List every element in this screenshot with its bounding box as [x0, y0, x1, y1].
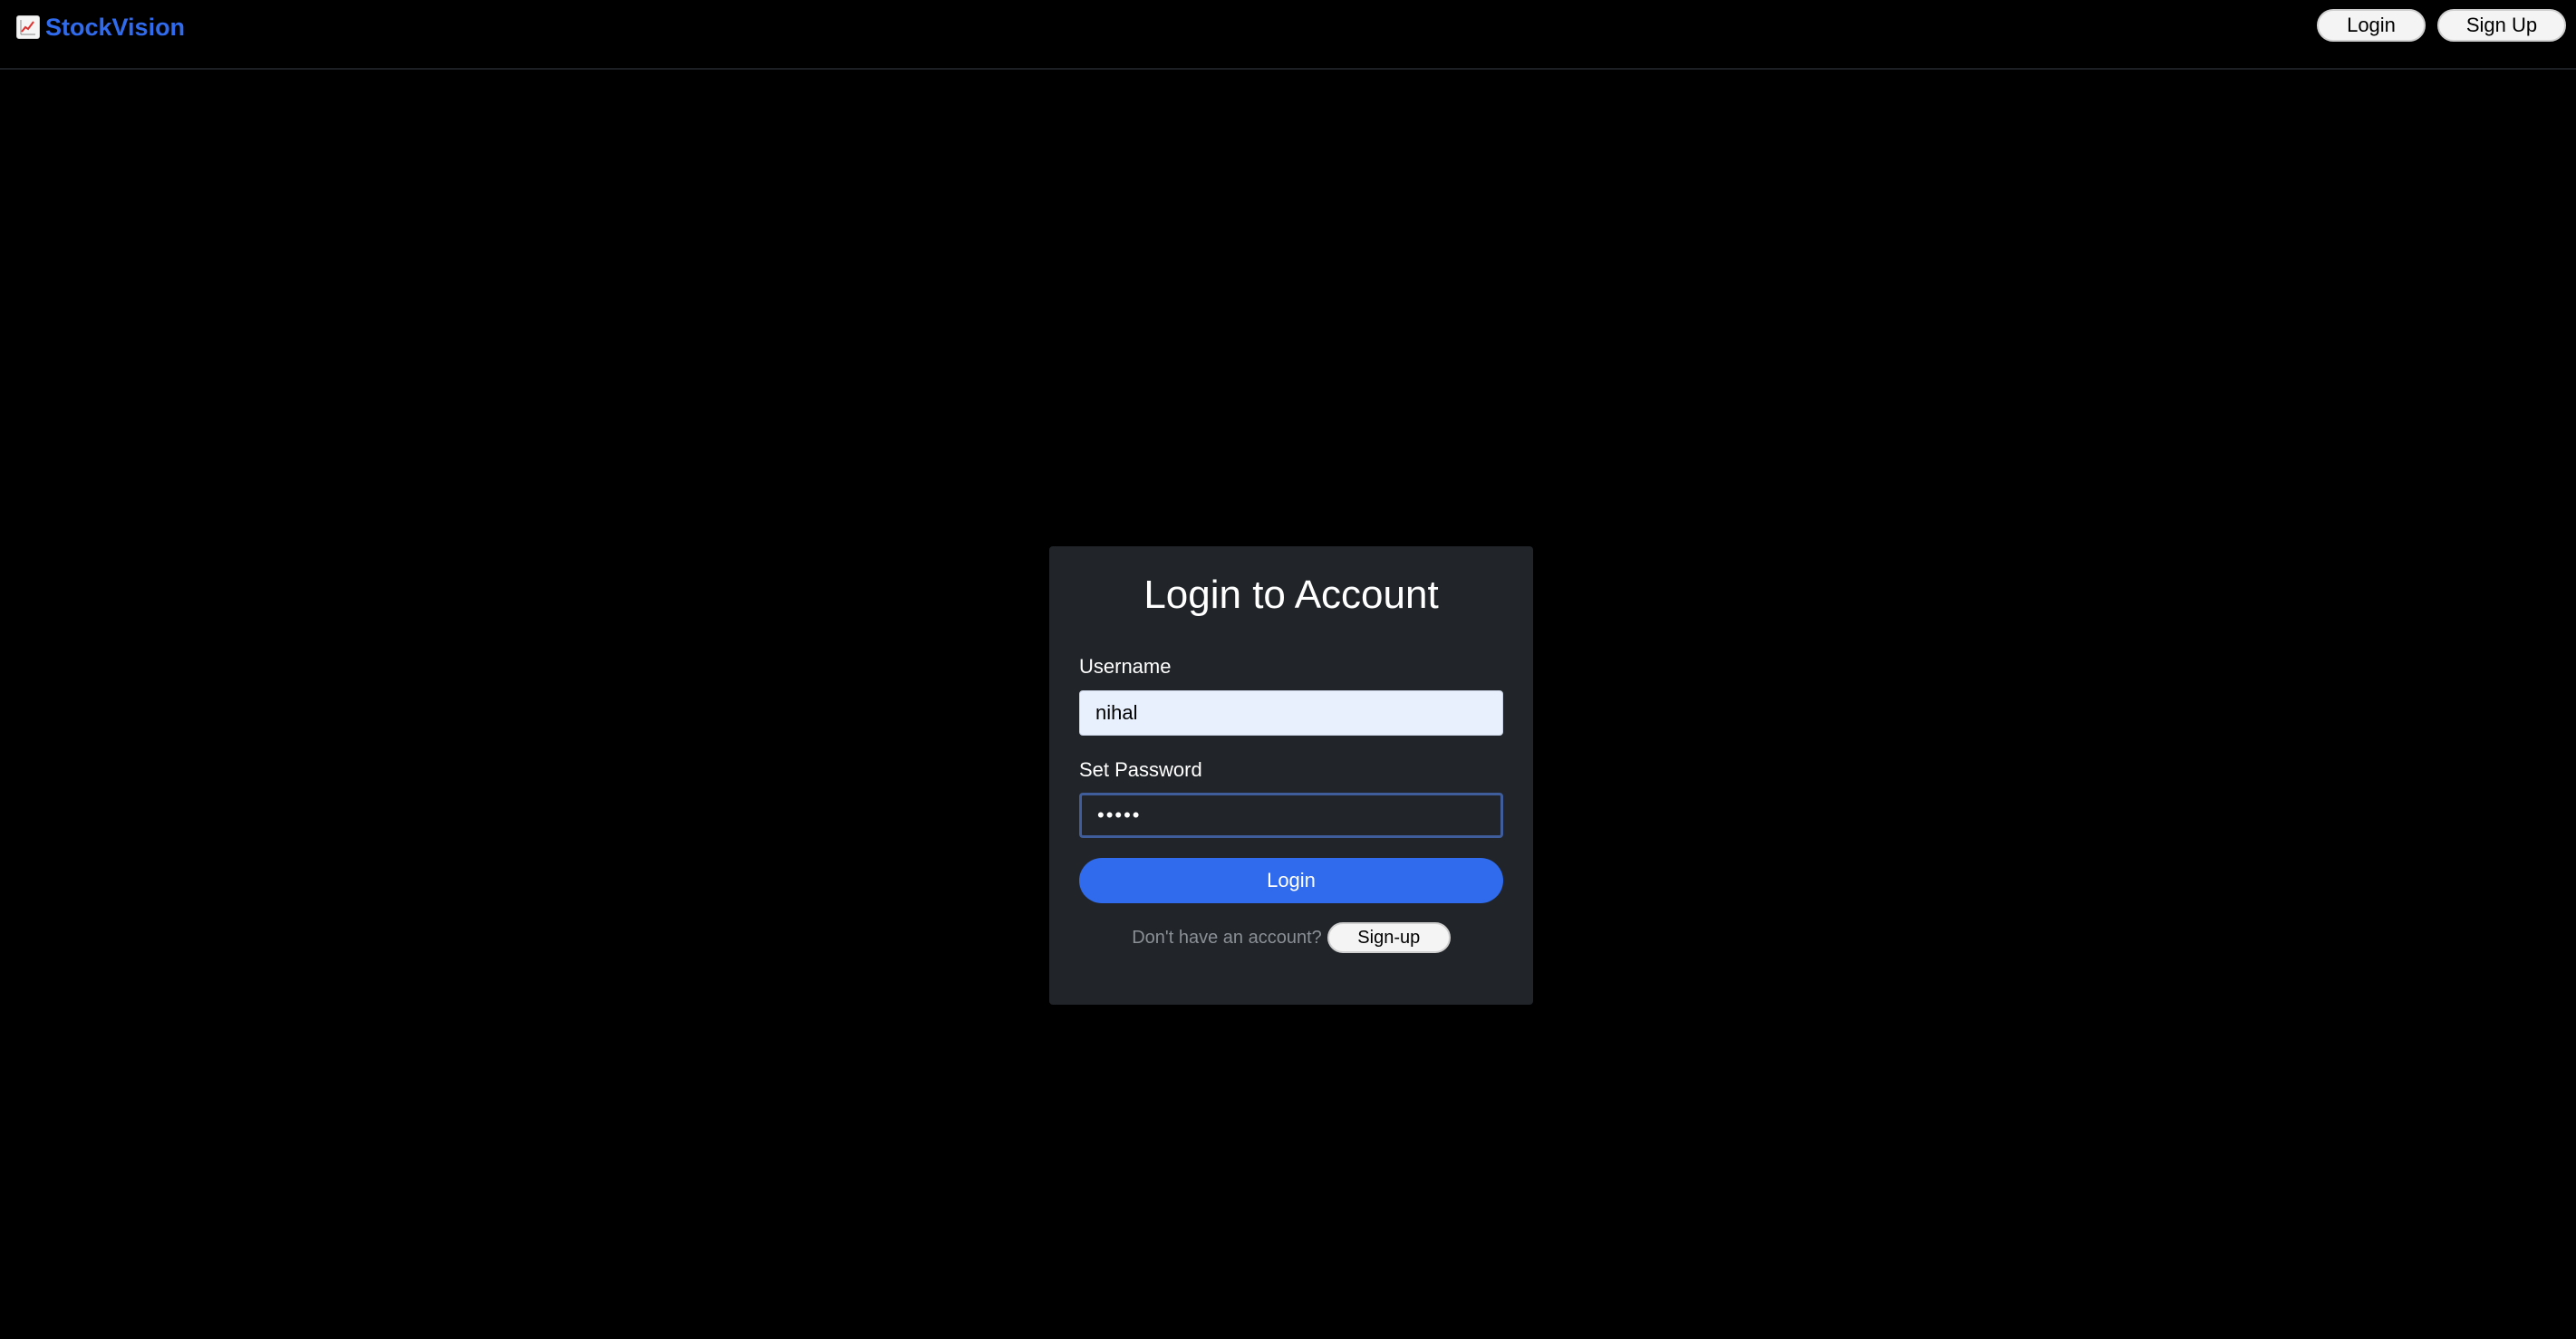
login-card: Login to Account Username Set Password L… [1049, 546, 1533, 1005]
top-navbar: StockVision Login Sign Up [0, 0, 2576, 70]
no-account-text: Don't have an account? [1132, 927, 1322, 948]
signup-prompt: Don't have an account? Sign-up [1049, 922, 1533, 953]
nav-login-button[interactable]: Login [2317, 9, 2426, 42]
password-input[interactable] [1079, 793, 1503, 838]
login-title: Login to Account [1143, 573, 1439, 617]
password-label: Set Password [1079, 758, 1202, 781]
username-label: Username [1079, 655, 1172, 678]
chart-increasing-icon [16, 15, 40, 39]
username-input[interactable] [1079, 690, 1503, 736]
nav-signup-button[interactable]: Sign Up [2437, 9, 2566, 42]
signup-link-button[interactable]: Sign-up [1327, 922, 1451, 953]
brand-link[interactable]: StockVision [16, 11, 185, 43]
brand-name: StockVision [45, 13, 186, 41]
login-submit-button[interactable]: Login [1079, 858, 1503, 903]
